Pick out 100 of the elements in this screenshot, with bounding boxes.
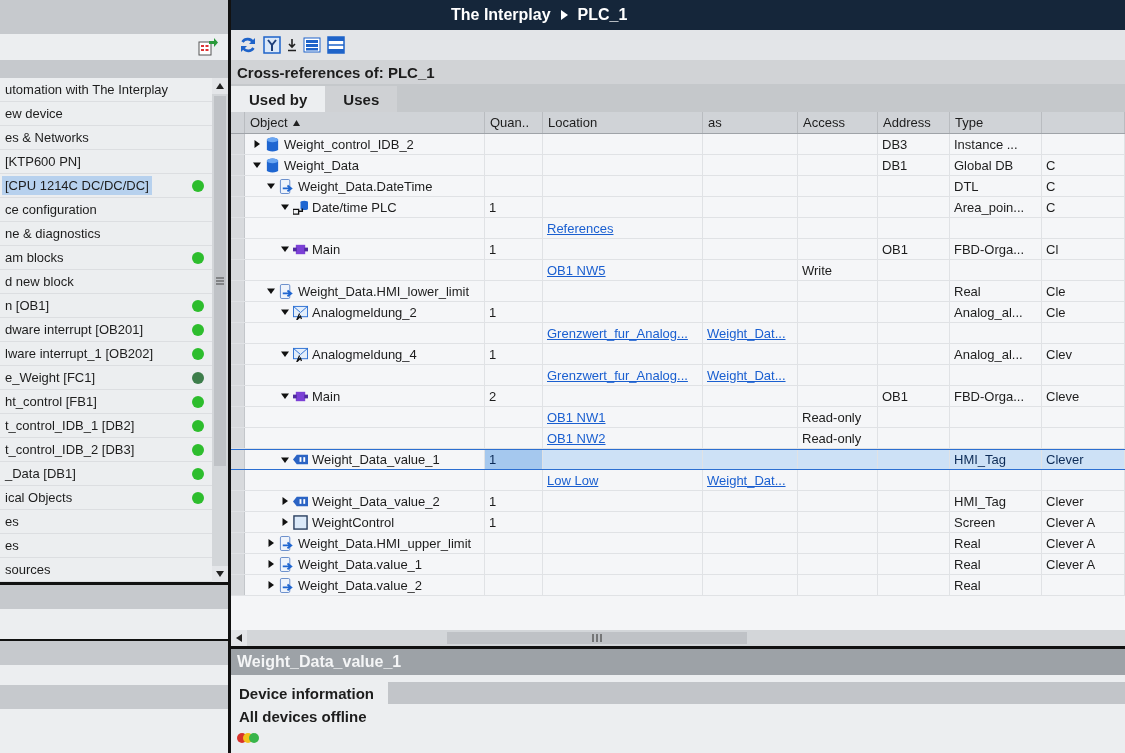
table-row[interactable]: Grenzwert_fur_Analog... Weight_Dat... — [231, 323, 1125, 344]
tree-item[interactable]: [CPU 1214C DC/DC/DC] — [2, 176, 152, 195]
triangle-right-icon[interactable] — [253, 140, 261, 148]
triangle-down-icon[interactable] — [253, 161, 261, 169]
vertical-scrollbar[interactable] — [212, 78, 228, 582]
row-header[interactable] — [231, 218, 245, 238]
triangle-down-icon[interactable] — [281, 392, 289, 400]
table-row[interactable]: OB1 NW5 Write — [231, 260, 1125, 281]
row-header[interactable] — [231, 407, 245, 427]
filter-icon[interactable] — [263, 36, 281, 54]
row-header[interactable] — [231, 197, 245, 217]
scroll-left-button[interactable] — [231, 630, 247, 646]
triangle-down-icon[interactable] — [267, 182, 275, 190]
row-header[interactable] — [231, 302, 245, 322]
horizontal-scrollbar[interactable] — [231, 630, 1125, 646]
row-header[interactable] — [231, 260, 245, 280]
triangle-down-icon[interactable] — [281, 455, 289, 464]
row-header[interactable] — [231, 155, 245, 175]
row-header[interactable] — [231, 428, 245, 448]
tree-item[interactable]: ical Objects — [2, 488, 76, 507]
table-row[interactable]: Main 2 OB1 FBD-Orga... Cleve — [231, 386, 1125, 407]
column-header[interactable]: Object — [245, 112, 485, 133]
tab[interactable]: Uses — [325, 86, 398, 112]
variable-link[interactable]: Weight_Dat... — [707, 367, 786, 383]
variable-link[interactable]: Weight_Dat... — [707, 325, 786, 341]
row-header[interactable] — [231, 344, 245, 364]
table-row[interactable]: Grenzwert_fur_Analog... Weight_Dat... — [231, 365, 1125, 386]
table-row[interactable]: Date/time PLC 1 Area_poin... C — [231, 197, 1125, 218]
row-header[interactable] — [231, 450, 245, 469]
rows-icon[interactable] — [327, 36, 345, 54]
triangle-right-icon[interactable] — [281, 518, 289, 526]
location-link[interactable]: Grenzwert_fur_Analog... — [547, 367, 688, 383]
table-row[interactable]: Weight_Data DB1 Global DB C — [231, 155, 1125, 176]
table-row[interactable]: OB1 NW1 Read-only — [231, 407, 1125, 428]
triangle-right-icon[interactable] — [267, 539, 275, 547]
table-row[interactable]: Weight_Data_value_2 1 HMI_Tag Clever — [231, 491, 1125, 512]
scroll-up-button[interactable] — [212, 78, 228, 94]
column-header[interactable]: Quan.. — [485, 112, 543, 133]
column-header[interactable]: Access — [798, 112, 878, 133]
scroll-down-button[interactable] — [212, 566, 228, 582]
table-row[interactable]: Low Low Weight_Dat... — [231, 470, 1125, 491]
table-row[interactable]: Weight_Data.HMI_lower_limit Real Cle — [231, 281, 1125, 302]
arrow-down-icon[interactable] — [287, 38, 297, 52]
table-row[interactable]: Weight_Data_value_1 1 HMI_Tag Clever — [231, 449, 1125, 470]
table-row[interactable]: Weight_Data.value_2 Real — [231, 575, 1125, 596]
tree-item[interactable]: ht_control [FB1] — [2, 392, 100, 411]
table-row[interactable]: Weight_Data.DateTime DTL C — [231, 176, 1125, 197]
variable-link[interactable]: Weight_Dat... — [707, 472, 786, 488]
table-row[interactable]: Analogmeldung_2 1 Analog_al... Cle — [231, 302, 1125, 323]
tree-item[interactable]: ne & diagnostics — [2, 224, 104, 243]
location-link[interactable]: Low Low — [547, 472, 599, 488]
column-header[interactable]: as — [703, 112, 798, 133]
column-header[interactable]: Location — [543, 112, 703, 133]
column-header[interactable]: Address — [878, 112, 950, 133]
table-row[interactable]: Analogmeldung_4 1 Analog_al... Clev — [231, 344, 1125, 365]
row-header[interactable] — [231, 365, 245, 385]
location-link[interactable]: OB1 NW1 — [547, 409, 606, 425]
row-header[interactable] — [231, 491, 245, 511]
scrollbar-thumb[interactable] — [447, 632, 747, 644]
tree-item[interactable]: dware interrupt [OB201] — [2, 320, 147, 339]
tree-item[interactable]: es — [2, 512, 22, 531]
row-header[interactable] — [231, 281, 245, 301]
tree-item[interactable]: lware interrupt_1 [OB202] — [2, 344, 157, 363]
table-row[interactable]: OB1 NW2 Read-only — [231, 428, 1125, 449]
tab[interactable]: Used by — [231, 86, 326, 112]
row-header[interactable] — [231, 386, 245, 406]
row-header[interactable] — [231, 470, 245, 490]
tree-item[interactable]: e_Weight [FC1] — [2, 368, 99, 387]
location-link[interactable]: References — [547, 220, 614, 236]
table-row[interactable]: Weight_Data.value_1 Real Clever A — [231, 554, 1125, 575]
row-header[interactable] — [231, 512, 245, 532]
triangle-down-icon[interactable] — [281, 203, 289, 211]
tree-item[interactable]: sources — [2, 560, 54, 579]
scrollbar-thumb[interactable] — [214, 96, 226, 466]
tree-item[interactable]: utomation with The Interplay — [2, 80, 172, 99]
location-link[interactable]: OB1 NW5 — [547, 262, 606, 278]
triangle-down-icon[interactable] — [267, 287, 275, 295]
tree-item[interactable]: ew device — [2, 104, 66, 123]
table-row[interactable]: Weight_control_IDB_2 DB3 Instance ... — [231, 134, 1125, 155]
column-header[interactable]: Type — [950, 112, 1042, 133]
table-row[interactable]: Weight_Data.HMI_upper_limit Real Clever A — [231, 533, 1125, 554]
tree-item[interactable]: t_control_IDB_1 [DB2] — [2, 416, 138, 435]
triangle-right-icon[interactable] — [267, 581, 275, 589]
tree-item[interactable]: es & Networks — [2, 128, 92, 147]
row-header[interactable] — [231, 176, 245, 196]
triangle-down-icon[interactable] — [281, 350, 289, 358]
tree-item[interactable]: [KTP600 PN] — [2, 152, 84, 171]
tree-item[interactable]: _Data [DB1] — [2, 464, 79, 483]
row-header[interactable] — [231, 323, 245, 343]
table-row[interactable]: WeightControl 1 Screen Clever A — [231, 512, 1125, 533]
row-header[interactable] — [231, 239, 245, 259]
triangle-down-icon[interactable] — [281, 245, 289, 253]
list-icon[interactable] — [303, 36, 321, 54]
table-arrow-icon[interactable] — [198, 38, 218, 56]
tree-item[interactable]: ce configuration — [2, 200, 100, 219]
row-header[interactable] — [231, 134, 245, 154]
location-link[interactable]: OB1 NW2 — [547, 430, 606, 446]
triangle-right-icon[interactable] — [281, 497, 289, 505]
tree-item[interactable]: d new block — [2, 272, 77, 291]
breadcrumb-item[interactable]: The Interplay — [451, 6, 551, 24]
